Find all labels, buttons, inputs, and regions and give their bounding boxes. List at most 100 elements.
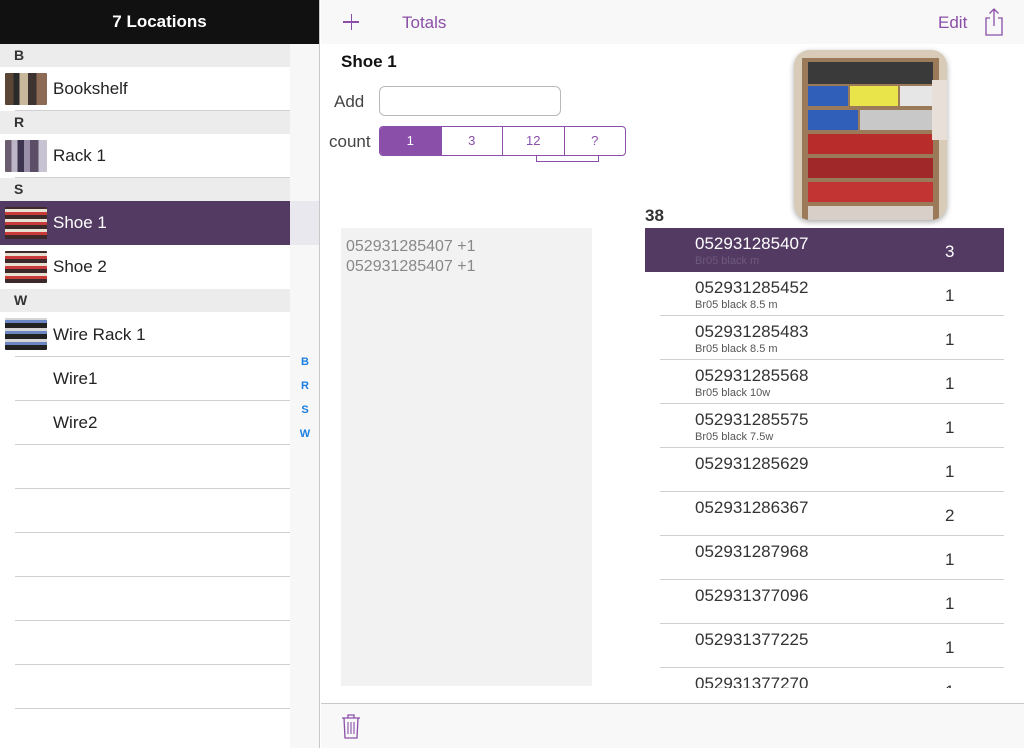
location-row-wire-rack-1[interactable]: Wire Rack 1	[0, 312, 290, 357]
items-list: 052931285407 Br05 black m 3 052931285452…	[645, 228, 1004, 688]
item-row[interactable]: 052931285483 Br05 black 8.5 m 1	[645, 316, 1004, 360]
item-row[interactable]: 052931285568 Br05 black 10w 1	[645, 360, 1004, 404]
item-description: Br05 black 10w	[695, 387, 771, 399]
item-row[interactable]: 052931286367 2	[645, 492, 1004, 536]
count-option-3[interactable]: 3	[440, 127, 503, 155]
top-toolbar: Totals Edit	[321, 0, 1024, 44]
item-description: Br05 black m	[695, 255, 760, 267]
log-entry: 052931285407 +1	[346, 238, 476, 255]
location-row-rack-1[interactable]: Rack 1	[0, 134, 290, 178]
shoe-rack-thumbnail	[5, 207, 47, 239]
item-barcode: 052931377096	[695, 586, 809, 605]
item-barcode: 052931285629	[695, 454, 809, 473]
index-letter-r[interactable]: R	[290, 374, 319, 398]
add-barcode-input[interactable]	[379, 86, 561, 116]
item-quantity: 1	[945, 594, 955, 613]
locations-list: B Bookshelf R Rack 1 S Shoe 1 Shoe 2 W W…	[0, 44, 290, 748]
item-quantity: 1	[945, 462, 955, 481]
section-header-s: S	[0, 178, 290, 201]
item-description: Br05 black 8.5 m	[695, 343, 778, 355]
location-row-shoe-2[interactable]: Shoe 2	[0, 245, 290, 289]
location-label: Wire1	[53, 369, 98, 388]
segment-tab-indicator	[536, 155, 599, 162]
selection-highlight-tail	[290, 201, 319, 245]
item-row[interactable]: 052931377270 1	[645, 668, 1004, 688]
index-letter-w[interactable]: W	[290, 422, 319, 446]
row-separator	[15, 110, 290, 111]
rack-thumbnail	[5, 140, 47, 172]
location-label: Rack 1	[53, 146, 106, 165]
log-entry: 052931285407 +1	[346, 258, 476, 275]
section-header-r: R	[0, 111, 290, 134]
count-label: count	[329, 132, 371, 151]
item-barcode: 052931285483	[695, 322, 809, 341]
share-icon[interactable]	[983, 7, 1005, 37]
item-barcode: 052931285452	[695, 278, 809, 297]
edit-button[interactable]: Edit	[938, 13, 967, 33]
item-description: Br05 black 8.5 m	[695, 299, 778, 311]
item-quantity: 3	[945, 242, 955, 261]
empty-row	[0, 533, 290, 577]
empty-row	[0, 489, 290, 533]
item-row[interactable]: 052931285629 1	[645, 448, 1004, 492]
item-quantity: 1	[945, 330, 955, 349]
location-label: Shoe 2	[53, 257, 107, 276]
location-row-shoe-1[interactable]: Shoe 1	[0, 201, 290, 245]
item-row[interactable]: 052931377225 1	[645, 624, 1004, 668]
item-quantity: 1	[945, 374, 955, 393]
location-row-bookshelf[interactable]: Bookshelf	[0, 67, 290, 111]
shoe-rack-thumbnail	[5, 251, 47, 283]
empty-row	[0, 577, 290, 621]
item-quantity: 1	[945, 418, 955, 437]
item-quantity: 1	[945, 286, 955, 305]
empty-row	[0, 709, 290, 748]
item-quantity: 1	[945, 682, 954, 688]
scan-log: 052931285407 +1 052931285407 +1	[341, 228, 592, 686]
empty-row	[0, 621, 290, 665]
count-option-unknown[interactable]: ?	[563, 127, 626, 155]
item-barcode: 052931287968	[695, 542, 809, 561]
location-photo[interactable]	[794, 50, 947, 220]
item-row[interactable]: 052931287968 1	[645, 536, 1004, 580]
location-row-wire1[interactable]: Wire1	[0, 357, 290, 401]
sidebar-title: 7 Locations	[0, 0, 319, 44]
location-label: Wire2	[53, 413, 98, 432]
item-row[interactable]: 052931285407 Br05 black m 3	[645, 228, 1004, 273]
item-row[interactable]: 052931285575 Br05 black 7.5w 1	[645, 404, 1004, 448]
item-total-count: 38	[645, 206, 664, 225]
location-label: Wire Rack 1	[53, 325, 146, 344]
item-quantity: 1	[945, 550, 955, 569]
bottom-toolbar	[321, 703, 1024, 748]
location-label: Bookshelf	[53, 79, 128, 98]
item-quantity: 2	[945, 506, 955, 525]
item-barcode: 052931286367	[695, 498, 809, 517]
count-option-12[interactable]: 12	[502, 127, 564, 155]
locations-sidebar: 7 Locations B Bookshelf R Rack 1 S Shoe …	[0, 0, 320, 748]
plus-icon[interactable]	[340, 8, 364, 36]
item-row[interactable]: 052931377096 1	[645, 580, 1004, 624]
add-label: Add	[334, 92, 365, 111]
section-header-b: B	[0, 44, 290, 67]
index-letter-s[interactable]: S	[290, 398, 319, 422]
item-barcode: 052931377225	[695, 630, 809, 649]
totals-button[interactable]: Totals	[402, 13, 446, 33]
wire-rack-thumbnail	[5, 318, 47, 350]
empty-row	[0, 445, 290, 489]
count-option-1[interactable]: 1	[380, 127, 441, 155]
section-header-w: W	[0, 289, 290, 312]
item-barcode: 052931377270	[695, 674, 809, 688]
location-title: Shoe 1	[341, 52, 397, 71]
trash-icon[interactable]	[341, 713, 361, 739]
empty-row	[0, 665, 290, 709]
section-index[interactable]: B R S W	[290, 350, 319, 446]
location-row-wire2[interactable]: Wire2	[0, 401, 290, 445]
location-detail-pane: Totals Edit Shoe 1 Add count 1 3 12 ? 05…	[321, 0, 1024, 748]
item-barcode: 052931285568	[695, 366, 809, 385]
count-segmented-control[interactable]: 1 3 12 ?	[379, 126, 626, 156]
item-row[interactable]: 052931285452 Br05 black 8.5 m 1	[645, 272, 1004, 316]
location-label: Shoe 1	[53, 213, 107, 232]
index-letter-b[interactable]: B	[290, 350, 319, 374]
item-description: Br05 black 7.5w	[695, 431, 774, 443]
item-barcode: 052931285575	[695, 410, 809, 429]
item-barcode: 052931285407	[695, 234, 809, 253]
